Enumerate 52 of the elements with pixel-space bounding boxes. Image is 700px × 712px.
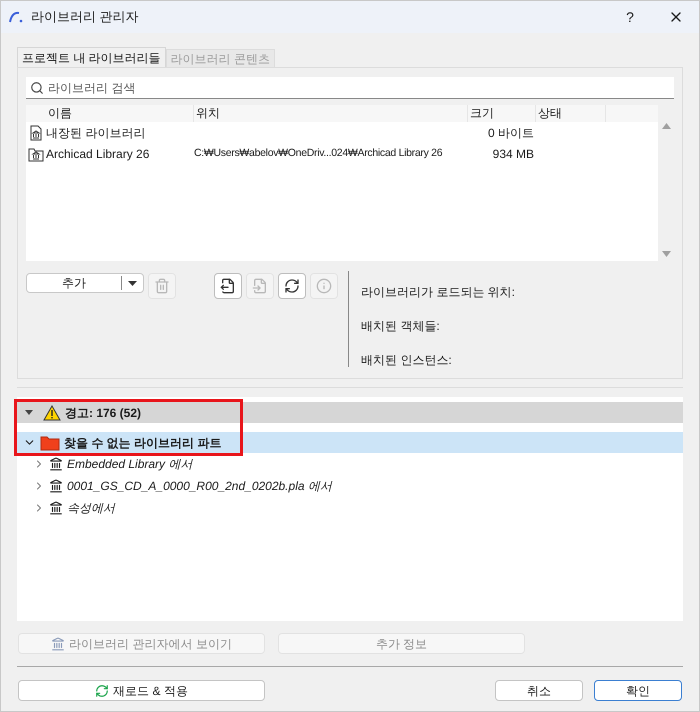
tree-row[interactable]: 속성에서 bbox=[17, 497, 683, 519]
table-row[interactable]: 내장된 라이브러리 0 바이트 bbox=[26, 122, 658, 143]
tree-label: 0001_GS_CD_A_0000_R00_2nd_0202b.pla 에서 bbox=[67, 478, 332, 495]
info-label: 라이브러리가 로드되는 위치: bbox=[361, 284, 516, 301]
tree-row[interactable]: 찾을 수 없는 라이브러리 파트 bbox=[17, 432, 683, 453]
export-icon bbox=[220, 278, 236, 294]
search-icon bbox=[30, 81, 44, 95]
column-header[interactable]: 이름 bbox=[46, 105, 194, 122]
table-cell-text: 0 바이트 bbox=[486, 124, 534, 142]
tree-label: Embedded Library 에서 bbox=[67, 456, 192, 473]
tree-row[interactable]: Embedded Library 에서 bbox=[17, 453, 683, 475]
table-cell-text: Archicad Library 26 bbox=[45, 146, 150, 162]
info-label: 배치된 인스턴스: bbox=[361, 352, 453, 369]
library-icon bbox=[49, 457, 63, 471]
search-field[interactable]: 라이브러리 검색 bbox=[26, 77, 674, 99]
reload-apply-button[interactable]: 재로드 & 적용 bbox=[18, 680, 265, 701]
column-header[interactable]: 상태 bbox=[536, 105, 606, 122]
collapse-caret-icon bbox=[25, 410, 33, 416]
reload-icon bbox=[284, 278, 300, 294]
tree-label: 찾을 수 없는 라이브러리 파트 bbox=[64, 434, 222, 452]
refresh-icon bbox=[95, 684, 110, 698]
ok-button[interactable]: 확인 bbox=[594, 680, 682, 701]
dropdown-caret-icon bbox=[128, 280, 137, 286]
table-cell-text: 934 MB bbox=[492, 146, 534, 162]
app-logo-icon bbox=[9, 11, 23, 23]
tree-label: 속성에서 bbox=[67, 500, 115, 517]
info-icon bbox=[316, 278, 332, 294]
remove-icon bbox=[154, 278, 170, 294]
info-label: 배치된 객체들: bbox=[361, 318, 441, 335]
folder-icon bbox=[40, 434, 60, 450]
scroll-down-icon bbox=[662, 251, 670, 257]
import-icon bbox=[252, 278, 268, 294]
table-cell-text: C:₩Users₩abelov₩OneDriv...024₩Archicad Library 26 bbox=[193, 146, 444, 161]
warnings-count: 경고: 176 (52) bbox=[65, 404, 142, 422]
table-cell-text: 내장된 라이브러리 bbox=[45, 124, 146, 142]
scroll-up-icon bbox=[662, 123, 670, 129]
column-header[interactable]: 위치 bbox=[194, 105, 468, 122]
table-row[interactable]: Archicad Library 26 C:₩Users₩abelov₩OneDriv...024₩Archicad Library 26 934 MB bbox=[26, 143, 658, 164]
library-icon bbox=[49, 479, 63, 493]
help-button[interactable]: ? bbox=[607, 1, 653, 33]
tab[interactable]: 프로젝트 내 라이브러리들 bbox=[17, 47, 166, 67]
export-button[interactable] bbox=[214, 273, 242, 299]
warning-icon bbox=[43, 404, 61, 420]
window-title: 라이브러리 관리자 bbox=[31, 8, 139, 26]
warnings-header[interactable]: 경고: 176 (52) bbox=[17, 402, 683, 423]
library-icon bbox=[51, 636, 66, 650]
library-icon bbox=[49, 501, 63, 515]
cancel-button[interactable]: 취소 bbox=[495, 680, 583, 701]
tree-row[interactable]: 0001_GS_CD_A_0000_R00_2nd_0202b.pla 에서 bbox=[17, 475, 683, 497]
reload-button[interactable] bbox=[278, 273, 306, 299]
add-dropdown-button[interactable]: 추가 bbox=[26, 273, 144, 293]
column-header[interactable]: 크기 bbox=[468, 105, 536, 122]
